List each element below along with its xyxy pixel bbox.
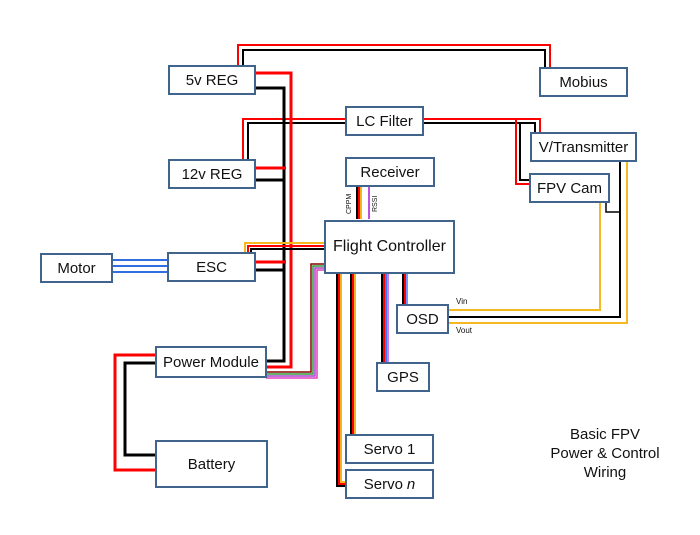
wire-lc-ground-left bbox=[247, 122, 346, 163]
lc-filter-box: LC Filter bbox=[345, 106, 424, 136]
flight-controller-label: Flight Controller bbox=[333, 238, 446, 255]
power-module-box: Power Module bbox=[155, 346, 267, 378]
wire-battery-ground bbox=[123, 361, 155, 457]
flight-controller-box: Flight Controller bbox=[324, 220, 455, 274]
wire-esc-signal-black bbox=[250, 248, 325, 253]
vtx-label: V/Transmitter bbox=[538, 138, 629, 156]
wire-pm-telemetry-1 bbox=[266, 263, 325, 373]
wire-lc-positive-left bbox=[242, 118, 346, 163]
lc-filter-label: LC Filter bbox=[356, 112, 413, 130]
power-module-label: Power Module bbox=[163, 353, 259, 371]
servo-n-label: Servo bbox=[363, 475, 403, 493]
servo-n-index: n bbox=[406, 475, 416, 493]
reg-12v-label: 12v REG bbox=[181, 165, 243, 183]
wire-pm-telemetry-2 bbox=[266, 265, 325, 375]
wire-lc-ground-right bbox=[423, 122, 536, 133]
wire-video-in bbox=[448, 203, 601, 311]
wire-lc-positive-right bbox=[423, 118, 541, 133]
reg-12v-box: 12v REG bbox=[168, 159, 256, 189]
vin-label: Vin bbox=[456, 297, 468, 306]
wire-positive-bus bbox=[255, 71, 293, 369]
vtx-box: V/Transmitter bbox=[530, 132, 637, 162]
motor-box: Motor bbox=[40, 253, 113, 283]
reg-5v-box: 5v REG bbox=[168, 65, 256, 95]
title-line-2: Power & Control bbox=[550, 445, 660, 462]
wire-battery-positive bbox=[113, 353, 155, 472]
reg-5v-label: 5v REG bbox=[185, 71, 239, 89]
battery-label: Battery bbox=[187, 455, 236, 473]
receiver-label: Receiver bbox=[360, 163, 420, 181]
mobius-label: Mobius bbox=[559, 73, 608, 91]
wire-ground-bus bbox=[255, 86, 286, 363]
wire-cam-ground bbox=[519, 123, 530, 181]
wire-cam-positive bbox=[515, 119, 530, 185]
wire-mobius-positive bbox=[237, 44, 551, 68]
fpv-cam-box: FPV Cam bbox=[529, 173, 610, 203]
receiver-box: Receiver bbox=[345, 157, 435, 187]
mobius-box: Mobius bbox=[539, 67, 628, 97]
servo-1-label: Servo 1 bbox=[363, 440, 416, 458]
esc-box: ESC bbox=[167, 252, 256, 282]
title-line-3: Wiring bbox=[583, 464, 627, 481]
osd-label: OSD bbox=[406, 310, 439, 328]
diagram-title: Basic FPV Power & Control Wiring bbox=[530, 425, 680, 482]
cppm-label: CPPM bbox=[346, 193, 353, 214]
gps-label: GPS bbox=[387, 368, 419, 386]
osd-box: OSD bbox=[396, 304, 449, 334]
servo-n-box: Servo n bbox=[345, 469, 434, 499]
esc-label: ESC bbox=[196, 258, 227, 276]
battery-box: Battery bbox=[155, 440, 268, 488]
fpv-cam-label: FPV Cam bbox=[536, 179, 602, 197]
wire-mobius-ground bbox=[242, 49, 546, 68]
servo-1-box: Servo 1 bbox=[345, 434, 434, 464]
motor-label: Motor bbox=[57, 259, 96, 277]
vout-label: Vout bbox=[456, 326, 473, 335]
rssi-label: RSSI bbox=[372, 195, 379, 212]
wire-cam-vtx-ground bbox=[605, 203, 620, 213]
title-line-1: Basic FPV bbox=[569, 426, 641, 443]
gps-box: GPS bbox=[376, 362, 430, 392]
